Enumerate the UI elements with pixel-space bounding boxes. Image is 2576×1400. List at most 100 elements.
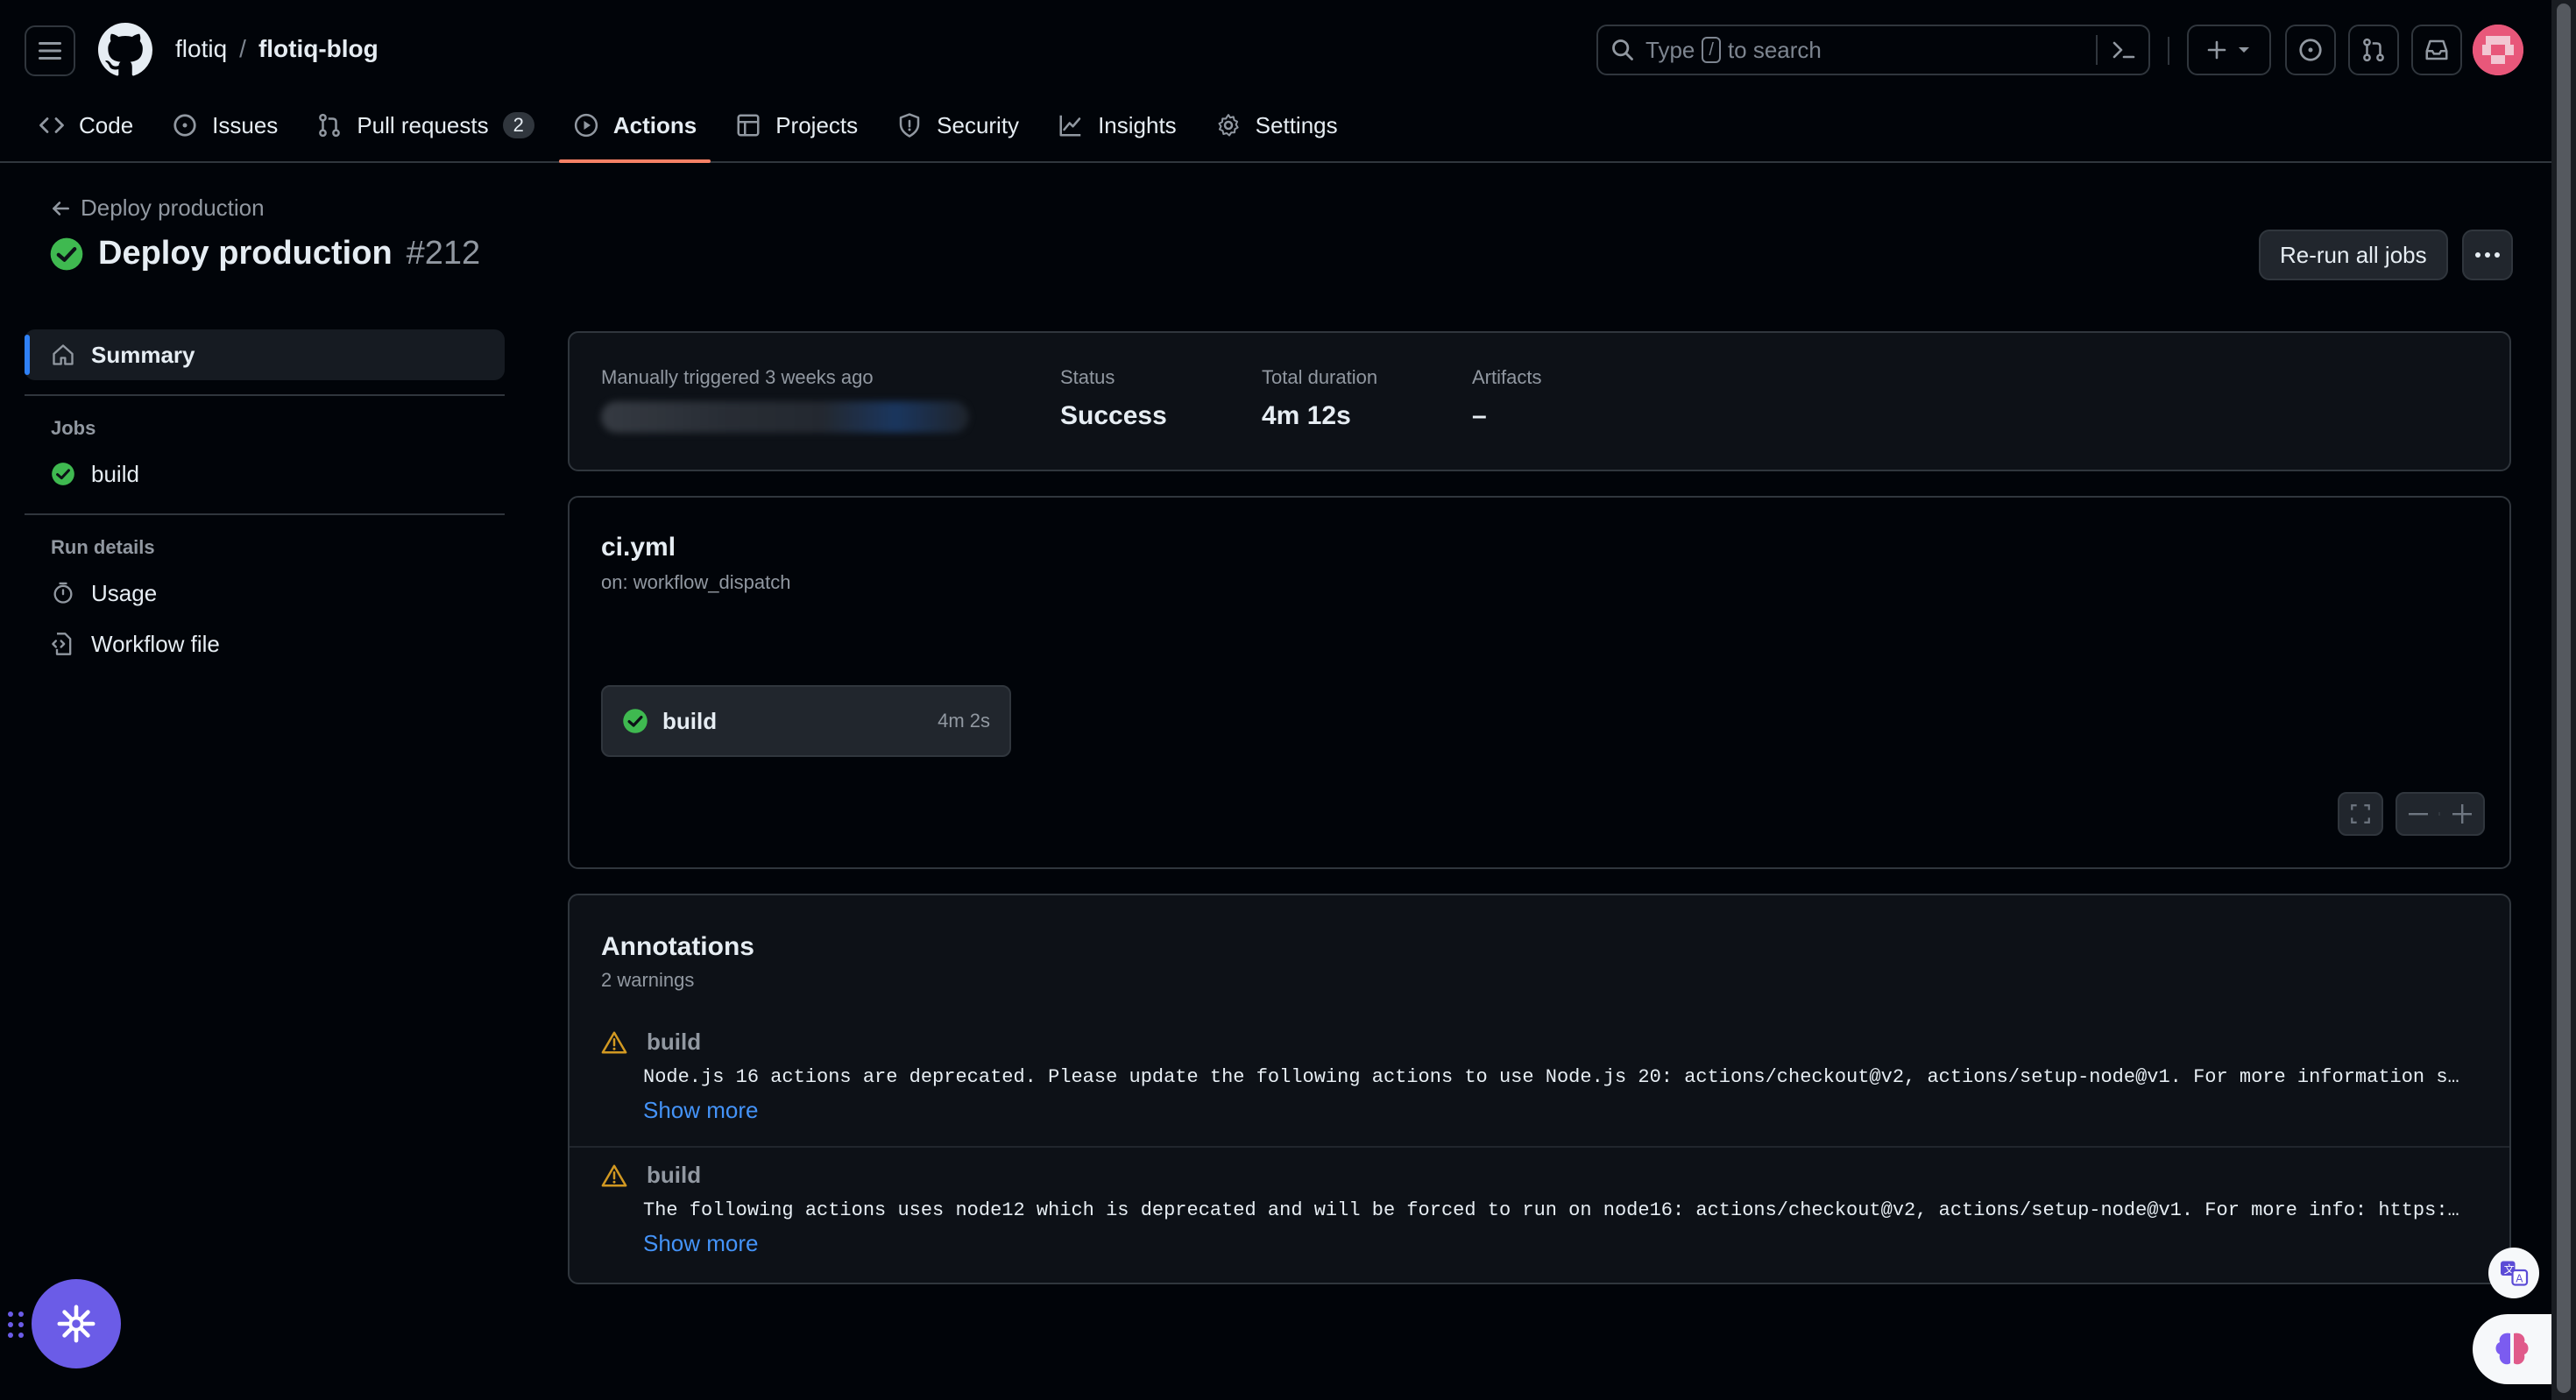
git-pull-request-icon [2363,38,2384,62]
plus-icon [2207,40,2226,60]
inbox-icon [2425,39,2448,60]
check-circle-fill-icon [623,709,648,733]
translate-icon: 文A [2501,1261,2529,1286]
tab-actions-label: Actions [612,111,697,138]
gear-icon [1218,114,1239,137]
tab-projects-label: Projects [775,111,859,138]
issue-opened-icon [173,114,196,137]
annotation-job-name[interactable]: build [647,1029,701,1056]
menu-button[interactable] [25,25,75,76]
sidebar-item-summary[interactable]: Summary [25,329,505,380]
job-node-name: build [662,707,718,734]
identicon-icon [2473,25,2523,75]
tab-insights[interactable]: Insights [1044,96,1191,154]
table-icon [737,114,760,137]
artifacts-column: Artifacts – [1472,366,1541,431]
svg-text:A: A [2516,1273,2523,1285]
annotations-title: Annotations [601,932,754,961]
run-more-options-button[interactable] [2462,230,2513,280]
pull-requests-button[interactable] [2348,25,2399,75]
scrollbar-thumb[interactable] [2557,4,2571,1393]
plus-icon [2452,804,2472,824]
tab-issues[interactable]: Issues [158,96,292,154]
annotation-divider [570,1146,2509,1148]
issue-opened-icon [2299,39,2322,61]
global-header: flotiq / flotiq-blog Type / to search Co… [0,0,2551,163]
zoom-out-button[interactable] [2397,812,2441,816]
repo-tab-nav: Code Issues Pull requests 2 Actions Proj… [25,96,1362,163]
tab-settings[interactable]: Settings [1201,96,1352,154]
tab-code[interactable]: Code [25,96,147,154]
command-palette-button[interactable] [2096,35,2136,65]
graph-icon [1059,115,1081,137]
run-details-heading: Run details [51,536,155,558]
back-to-workflow-link[interactable]: Deploy production [49,194,265,222]
sidebar-item-build-job[interactable]: build [25,449,505,499]
run-sidebar: Summary Jobs build Run details Usage Wor… [25,329,505,669]
search-input[interactable]: Type / to search [1596,25,2150,75]
github-logo-icon[interactable] [98,23,152,77]
path-separator: / [239,35,246,62]
header-divider [2168,37,2169,65]
code-icon [39,117,64,133]
hamburger-icon [39,42,61,60]
inbox-button[interactable] [2411,25,2462,75]
page-title: Deploy production #212 [49,235,480,272]
job-node-build[interactable]: build 4m 2s [601,685,1011,757]
status-column: Status Success [1060,366,1167,431]
tab-code-label: Code [79,111,134,138]
workflow-trigger: on: workflow_dispatch [601,571,791,593]
duration-value: 4m 12s [1262,401,1351,430]
tab-security-label: Security [937,111,1020,138]
shield-icon [899,113,920,138]
sidebar-item-usage[interactable]: Usage [25,568,505,619]
sidebar-divider [25,513,505,515]
git-pull-request-icon [319,113,341,138]
stopwatch-icon [53,582,73,604]
show-more-link[interactable]: Show more [643,1097,2509,1124]
search-icon [1612,39,1633,60]
sidebar-workflow-file-label: Workflow file [91,630,220,657]
alert-icon [601,1031,627,1053]
trigger-text: Manually triggered 3 weeks ago [601,366,874,388]
tab-issues-label: Issues [212,111,279,138]
assistant-launcher-button[interactable] [32,1279,121,1368]
arrow-left-icon [53,201,69,216]
brain-icon [2495,1333,2529,1365]
run-title-text: Deploy production [98,235,393,272]
tab-pull-requests[interactable]: Pull requests 2 [302,96,548,154]
show-more-link[interactable]: Show more [643,1230,2509,1257]
drag-handle-icon[interactable] [5,1309,26,1340]
sidebar-item-workflow-file[interactable]: Workflow file [25,619,505,669]
sidebar-divider [25,394,505,396]
annotations-panel: Annotations 2 warnings build Node.js 16 … [568,894,2511,1284]
tab-actions[interactable]: Actions [558,96,711,163]
check-circle-fill-icon [50,237,83,270]
annotation-job-name[interactable]: build [647,1162,701,1189]
workflow-graph-panel: ci.yml on: workflow_dispatch build 4m 2s [568,496,2511,869]
translate-extension-button[interactable]: 文A [2488,1248,2539,1298]
repo-name-link[interactable]: flotiq-blog [258,35,379,63]
artifacts-value: – [1472,401,1487,430]
annotations-count: 2 warnings [601,969,695,991]
tab-security[interactable]: Security [882,96,1033,154]
rerun-all-jobs-button[interactable]: Re-run all jobs [2259,230,2448,280]
play-icon [574,113,598,138]
search-shortcut-key: / [1702,37,1721,63]
sidebar-build-label: build [91,460,139,487]
search-placeholder-suffix: to search [1727,36,1822,63]
user-avatar[interactable] [2473,25,2523,75]
ai-extension-button[interactable] [2473,1314,2551,1384]
duration-column: Total duration 4m 12s [1262,366,1377,431]
repo-owner-link[interactable]: flotiq [175,35,227,63]
sparkle-icon [57,1305,96,1343]
create-new-button[interactable] [2187,25,2271,75]
issues-button[interactable] [2285,25,2336,75]
artifacts-label: Artifacts [1472,366,1542,388]
tab-projects[interactable]: Projects [721,96,872,154]
kebab-horizontal-icon [2475,252,2500,258]
fullscreen-button[interactable] [2338,792,2383,836]
screen-full-icon [2351,804,2370,824]
status-label: Status [1060,366,1115,388]
zoom-in-button[interactable] [2440,804,2483,824]
